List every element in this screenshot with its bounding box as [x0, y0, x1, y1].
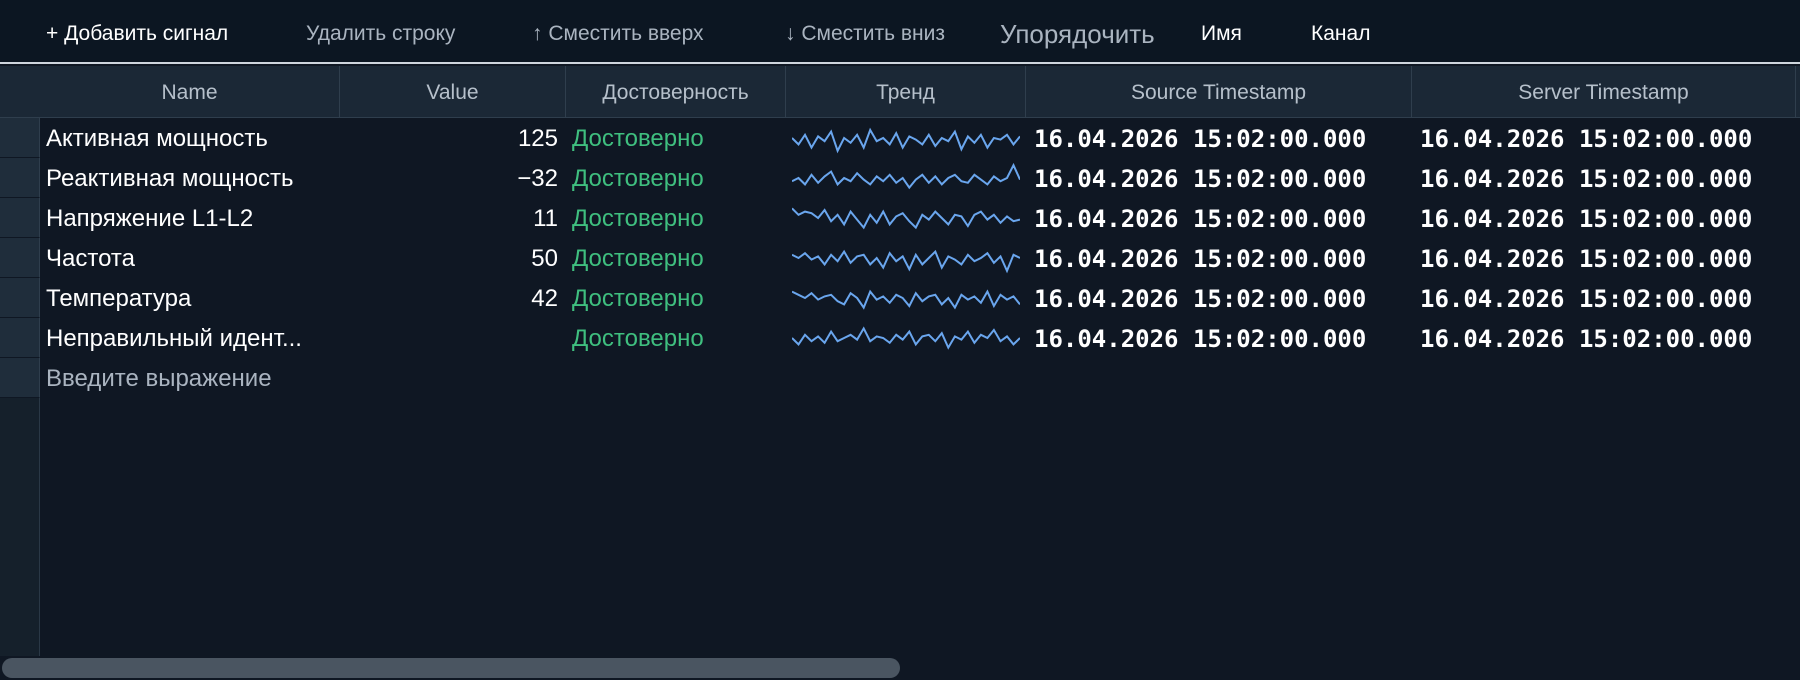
table-row[interactable]: Реактивная мощность −32 Достоверно 16.04.20… [40, 158, 1800, 198]
source-timestamp: 16.04.2026 15:02:00.000 [1034, 125, 1367, 153]
signal-value: −32 [517, 165, 558, 192]
signal-quality: Достоверно [572, 325, 704, 352]
row-header[interactable] [0, 358, 40, 398]
signal-value: 11 [533, 205, 558, 232]
signal-value: 42 [531, 285, 558, 312]
row-header[interactable] [0, 198, 40, 238]
trend-line [792, 162, 1020, 190]
source-timestamp: 16.04.2026 15:02:00.000 [1034, 205, 1367, 233]
signal-value [340, 318, 558, 358]
trend-sparkline [792, 162, 1020, 190]
table-row[interactable]: Неправильный идент... Достоверно 16.04.202… [40, 318, 1800, 358]
row-header[interactable] [0, 118, 40, 158]
source-timestamp: 16.04.2026 15:02:00.000 [1034, 285, 1367, 313]
signal-quality: Достоверно [572, 125, 704, 152]
signal-name[interactable]: Напряжение L1-L2 [46, 198, 336, 238]
sort-button[interactable]: Упорядочить [1000, 0, 1155, 64]
table-row[interactable]: Активная мощность 125 Достоверно 16.04.2026… [40, 118, 1800, 158]
move-up-button[interactable]: ↑ Сместить вверх [532, 0, 704, 64]
column-header-name[interactable]: Name [40, 66, 340, 118]
signal-value: 50 [531, 245, 558, 272]
row-header[interactable] [0, 318, 40, 358]
column-header-trend[interactable]: Тренд [786, 66, 1026, 118]
sort-by-name-button[interactable]: Имя [1201, 0, 1242, 64]
server-timestamp: 16.04.2026 15:02:00.000 [1420, 205, 1753, 233]
server-timestamp: 16.04.2026 15:02:00.000 [1420, 165, 1753, 193]
source-timestamp: 16.04.2026 15:02:00.000 [1034, 245, 1367, 273]
signal-value: 125 [517, 125, 558, 152]
source-timestamp: 16.04.2026 15:02:00.000 [1034, 165, 1367, 193]
signal-name[interactable]: Реактивная мощность [46, 158, 336, 198]
server-timestamp: 16.04.2026 15:02:00.000 [1420, 245, 1753, 273]
signal-quality: Достоверно [572, 245, 704, 272]
trend-sparkline [792, 207, 1020, 230]
new-expression-row[interactable]: Введите выражение [40, 358, 1800, 398]
signal-quality: Достоверно [572, 205, 704, 232]
column-header-source-timestamp[interactable]: Source Timestamp [1026, 66, 1412, 118]
trend-sparkline [792, 289, 1020, 310]
column-header-quality[interactable]: Достоверность [566, 66, 786, 118]
corner-cell [0, 66, 40, 118]
signal-quality: Достоверно [572, 165, 704, 192]
signal-name[interactable]: Температура [46, 278, 336, 318]
delete-row-button[interactable]: Удалить строку [306, 0, 455, 64]
server-timestamp: 16.04.2026 15:02:00.000 [1420, 325, 1753, 353]
table-row[interactable]: Напряжение L1-L2 11 Достоверно 16.04.2026 1… [40, 198, 1800, 238]
row-header[interactable] [0, 158, 40, 198]
trend-sparkline [792, 249, 1020, 274]
signal-name[interactable]: Неправильный идент... [46, 318, 336, 358]
server-timestamp: 16.04.2026 15:02:00.000 [1420, 125, 1753, 153]
server-timestamp: 16.04.2026 15:02:00.000 [1420, 285, 1753, 313]
row-header[interactable] [0, 238, 40, 278]
trend-line [792, 249, 1020, 274]
trend-line [792, 326, 1020, 350]
trend-line [792, 127, 1020, 154]
horizontal-scrollbar-thumb[interactable] [2, 658, 900, 678]
expression-input-placeholder[interactable]: Введите выражение [46, 358, 446, 398]
table-header: Name Value Достоверность Тренд Source Ti… [40, 66, 1800, 118]
sort-by-channel-button[interactable]: Канал [1311, 0, 1370, 64]
trend-sparkline [792, 127, 1020, 154]
signal-name[interactable]: Частота [46, 238, 336, 278]
row-header[interactable] [0, 278, 40, 318]
column-header-server-timestamp[interactable]: Server Timestamp [1412, 66, 1796, 118]
add-signal-button[interactable]: + Добавить сигнал [46, 0, 228, 64]
signal-name[interactable]: Активная мощность [46, 118, 336, 158]
table-row[interactable]: Частота 50 Достоверно 16.04.2026 15:02:00.0… [40, 238, 1800, 278]
signals-table: Name Value Достоверность Тренд Source Ti… [0, 66, 1800, 680]
table-row[interactable]: Температура 42 Достоверно 16.04.2026 15:02:… [40, 278, 1800, 318]
move-down-button[interactable]: ↓ Сместить вниз [785, 0, 945, 64]
toolbar: + Добавить сигнал Удалить строку ↑ Смест… [0, 0, 1800, 64]
trend-line [792, 207, 1020, 230]
signal-quality: Достоверно [572, 285, 704, 312]
column-header-value[interactable]: Value [340, 66, 566, 118]
trend-line [792, 289, 1020, 310]
source-timestamp: 16.04.2026 15:02:00.000 [1034, 325, 1367, 353]
trend-sparkline [792, 326, 1020, 350]
